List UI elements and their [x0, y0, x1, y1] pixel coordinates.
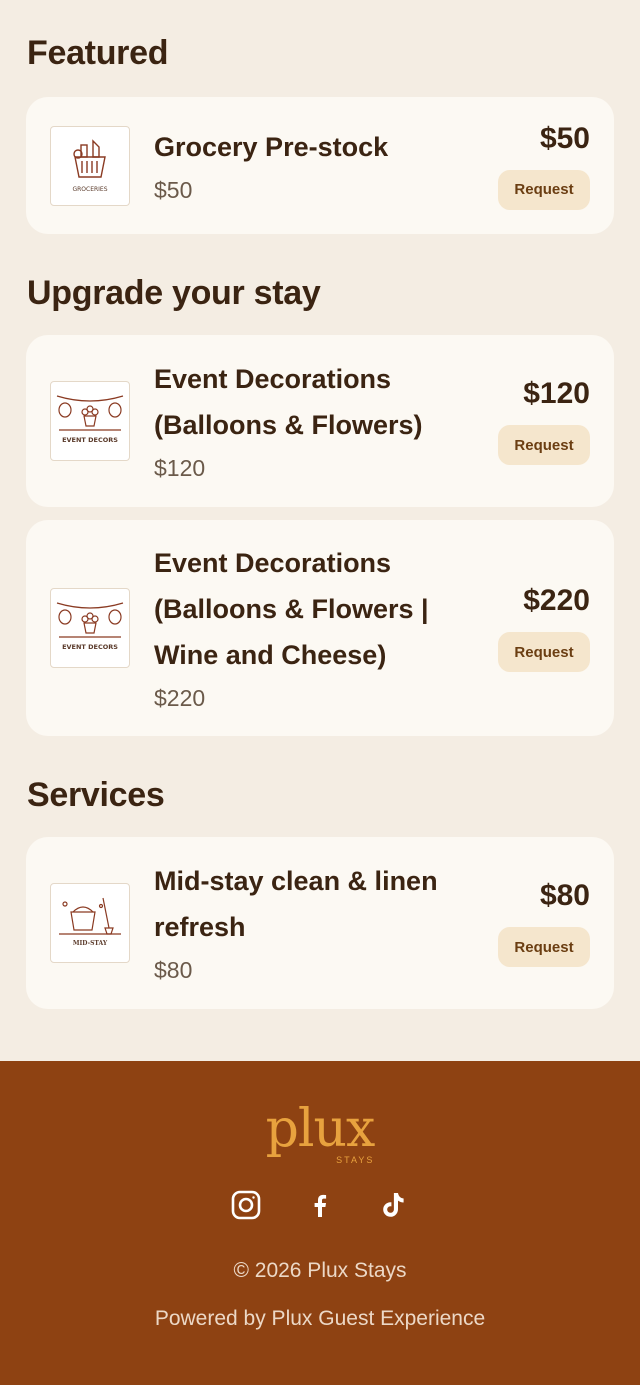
item-actions: $50 Request — [498, 122, 590, 210]
copyright-text: © 2026 Plux Stays — [233, 1259, 407, 1282]
item-price: $220 — [523, 584, 590, 617]
item-price-sub: $80 — [154, 957, 193, 983]
item-actions: $80 Request — [498, 879, 590, 967]
svg-text:GROCERIES: GROCERIES — [72, 186, 107, 193]
event-decor-thumbnail: EVENT DECORS — [50, 381, 130, 461]
item-price-sub: $220 — [154, 685, 206, 711]
item-info: Event Decorations (Balloons & Flowers) $… — [130, 356, 498, 486]
section-title-services: Services — [27, 776, 165, 814]
social-links — [230, 1189, 410, 1221]
service-card-mid-stay-clean[interactable]: MID-STAY Mid-stay clean & linen refresh … — [26, 837, 614, 1009]
logo-word: plux — [265, 1099, 376, 1159]
item-info: Mid-stay clean & linen refresh $80 — [130, 858, 498, 988]
svg-text:MID-STAY: MID-STAY — [73, 940, 108, 947]
service-card-event-decorations-wine[interactable]: EVENT DECORS Event Decorations (Balloons… — [26, 520, 614, 736]
balloons-flowers-icon: EVENT DECORS — [56, 602, 124, 651]
service-card-grocery[interactable]: GROCERIES Grocery Pre-stock $50 $50 Requ… — [26, 97, 614, 234]
item-title-line1: Event Decorations — [154, 548, 392, 578]
instagram-icon[interactable] — [230, 1189, 262, 1221]
item-price-sub: $50 — [154, 176, 193, 203]
item-actions: $220 Request — [498, 584, 590, 672]
service-card-event-decorations[interactable]: EVENT DECORS Event Decorations (Balloons… — [26, 335, 614, 507]
item-title-line2: (Balloons & Flowers | — [154, 594, 429, 624]
item-actions: $120 Request — [498, 377, 590, 465]
request-button[interactable]: Request — [498, 425, 590, 465]
section-title-featured: Featured — [27, 34, 169, 72]
item-title-line3: Wine and Cheese) — [154, 640, 387, 670]
balloons-flowers-icon: EVENT DECORS — [56, 395, 124, 444]
section-title-upgrade: Upgrade your stay — [27, 274, 321, 312]
footer: plux STAYS © 2026 Plux Stays Powered by … — [0, 1061, 640, 1385]
item-title-line2: refresh — [154, 912, 246, 942]
grocery-basket-icon: GROCERIES — [72, 138, 108, 193]
tiktok-icon[interactable] — [378, 1189, 410, 1221]
facebook-icon[interactable] — [304, 1189, 336, 1221]
request-button[interactable]: Request — [498, 169, 590, 210]
mid-stay-thumbnail: MID-STAY — [50, 883, 130, 963]
logo-sub: STAYS — [336, 1155, 375, 1165]
request-button[interactable]: Request — [498, 632, 590, 672]
item-title: Grocery Pre-stock — [154, 131, 389, 162]
item-price: $120 — [523, 377, 590, 410]
item-title-line1: Event Decorations — [154, 364, 392, 394]
item-info: Grocery Pre-stock $50 — [130, 124, 498, 208]
item-price: $50 — [539, 121, 590, 155]
item-price: $80 — [539, 879, 590, 912]
item-price-sub: $120 — [154, 455, 206, 481]
event-decor-thumbnail: EVENT DECORS — [50, 588, 130, 668]
svg-text:EVENT DECORS: EVENT DECORS — [62, 643, 118, 651]
request-button[interactable]: Request — [498, 927, 590, 967]
cleaning-bucket-icon: MID-STAY — [59, 897, 121, 947]
powered-by-link[interactable]: Powered by Plux Guest Experience — [155, 1307, 485, 1331]
item-info: Event Decorations (Balloons & Flowers | … — [130, 540, 498, 716]
item-title-line2: (Balloons & Flowers) — [154, 410, 423, 440]
grocery-thumbnail: GROCERIES — [50, 125, 130, 206]
svg-text:EVENT DECORS: EVENT DECORS — [62, 436, 118, 444]
item-title-line1: Mid-stay clean & linen — [154, 866, 438, 896]
plux-logo[interactable]: plux STAYS — [265, 1099, 376, 1165]
